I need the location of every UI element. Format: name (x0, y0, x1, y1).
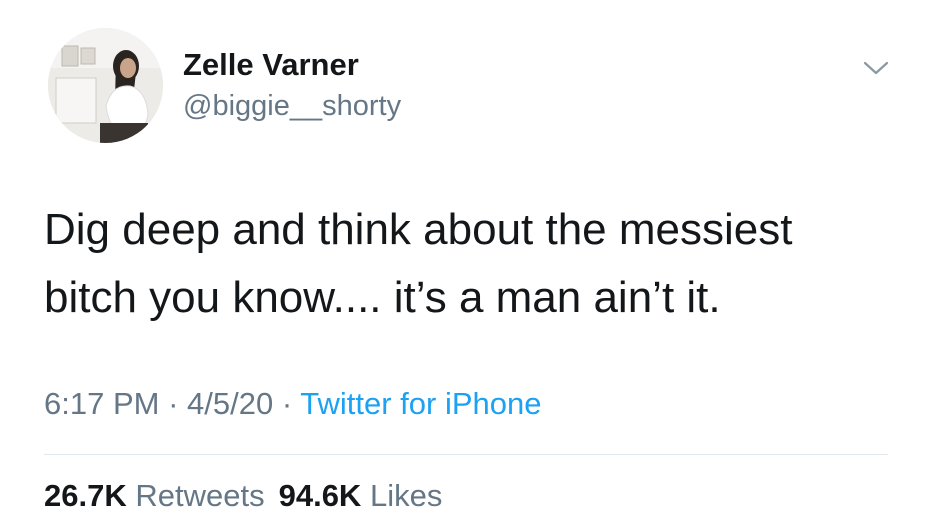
tweet-text-line: bitch you know.... it’s a man ain’t it. (44, 273, 721, 322)
user-handle[interactable]: @biggie__shorty (183, 90, 401, 123)
tweet-text-line: Dig deep and think about the messiest (44, 205, 793, 254)
tweet-date[interactable]: 4/5/20 (187, 386, 273, 421)
retweets-stat[interactable]: 26.7K Retweets (44, 478, 265, 513)
chevron-down-icon[interactable] (862, 58, 890, 78)
avatar[interactable] (48, 28, 163, 143)
divider (44, 454, 888, 455)
retweets-count: 26.7K (44, 478, 127, 513)
likes-count: 94.6K (278, 478, 362, 513)
meta-separator: · (168, 386, 179, 421)
likes-stat[interactable]: 94.6K Likes (279, 478, 443, 513)
avatar-photo-icon (48, 28, 163, 143)
tweet-time[interactable]: 6:17 PM (44, 386, 159, 421)
tweet-stats: 26.7K Retweets 94.6K Likes (44, 478, 442, 514)
tweet-source-link[interactable]: Twitter for iPhone (300, 386, 541, 421)
tweet-text: Dig deep and think about the messiest bi… (44, 196, 904, 332)
meta-separator: · (281, 386, 293, 421)
likes-label: Likes (369, 478, 443, 513)
retweets-label: Retweets (135, 478, 265, 513)
tweet-card: Zelle Varner @biggie__shorty Dig deep an… (0, 0, 932, 532)
display-name[interactable]: Zelle Varner (183, 47, 359, 83)
tweet-meta: 6:17 PM · 4/5/20 · Twitter for iPhone (44, 386, 541, 422)
